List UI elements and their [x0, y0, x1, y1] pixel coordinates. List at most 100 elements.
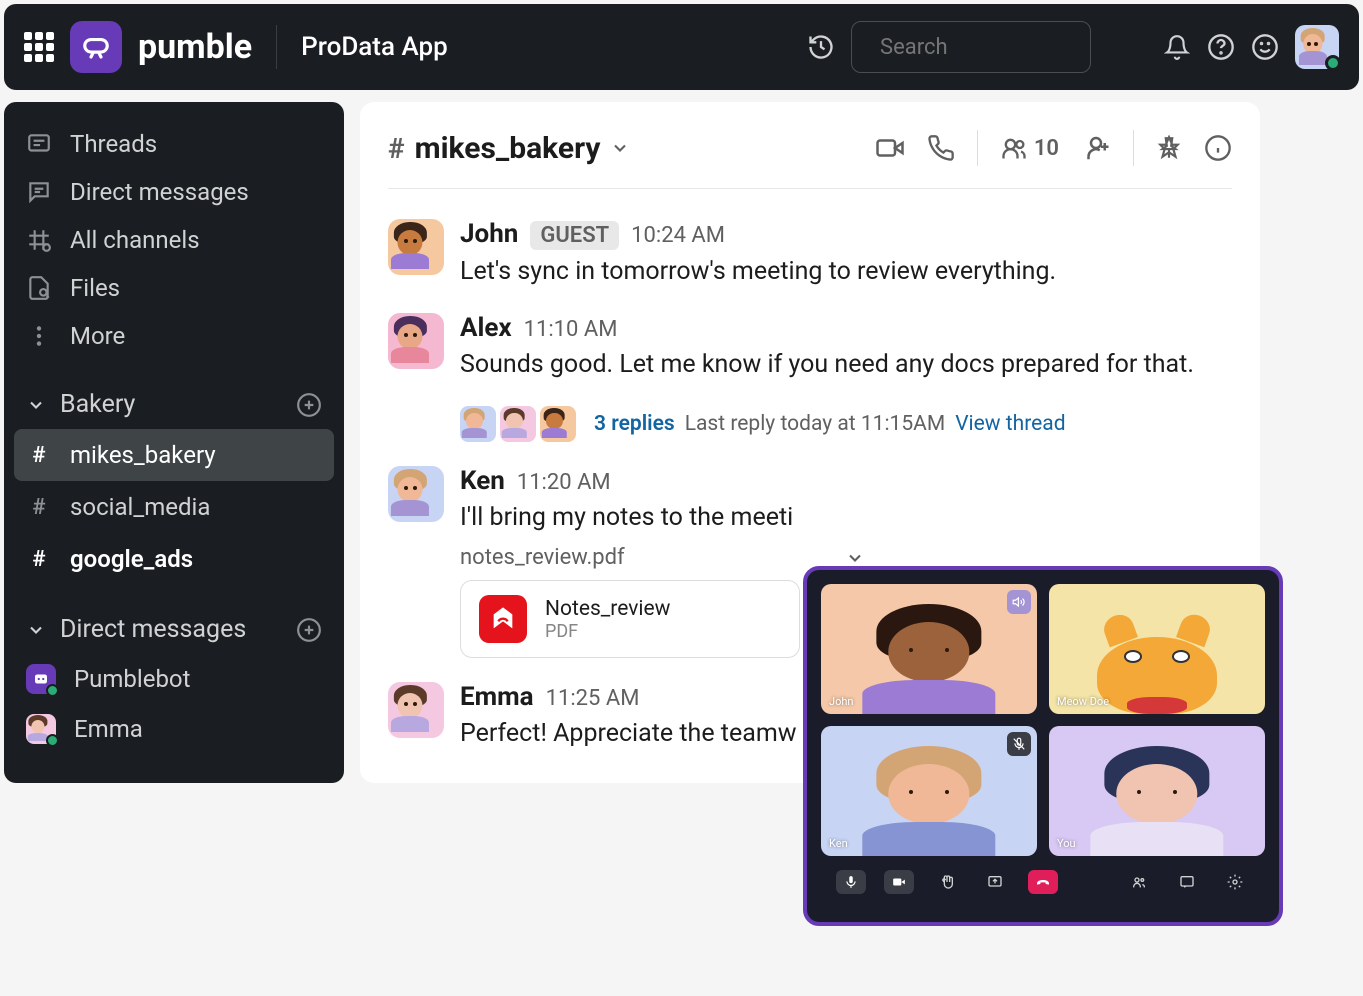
- notifications-icon[interactable]: [1163, 33, 1191, 61]
- members-icon: [1000, 134, 1028, 162]
- attachment-title: Notes_review: [545, 597, 670, 621]
- mic-button[interactable]: [836, 870, 866, 894]
- participant-name: Ken: [829, 837, 848, 850]
- participant-name: Meow Doe: [1057, 695, 1109, 708]
- end-call-button[interactable]: [1028, 870, 1058, 894]
- attachment-type: PDF: [545, 621, 670, 642]
- chevron-down-icon: [26, 620, 46, 640]
- section-label: Direct messages: [60, 615, 246, 644]
- channel-social-media[interactable]: # social_media: [14, 481, 334, 533]
- chevron-down-icon: [26, 395, 46, 415]
- section-dm-header[interactable]: Direct messages: [14, 605, 334, 654]
- attachment-card[interactable]: Notes_review PDF: [460, 580, 800, 658]
- sidebar-nav-more[interactable]: More: [14, 312, 334, 360]
- user-avatar[interactable]: [1295, 25, 1339, 69]
- video-call-window[interactable]: John Meow Doe Ken You: [803, 566, 1283, 926]
- channel-header: # mikes_bakery 10: [388, 122, 1232, 189]
- video-call-icon[interactable]: [875, 133, 905, 163]
- message-author[interactable]: John: [460, 219, 518, 249]
- call-participant-tile[interactable]: Ken: [821, 726, 1037, 856]
- message: Alex 11:10 AM Sounds good. Let me know i…: [388, 301, 1232, 454]
- sidebar-nav-channels[interactable]: All channels: [14, 216, 334, 264]
- message-time: 11:20 AM: [517, 470, 611, 495]
- add-channel-icon[interactable]: [296, 392, 322, 418]
- channel-google-ads[interactable]: # google_ads: [14, 533, 334, 585]
- pdf-icon: [479, 595, 527, 643]
- settings-button[interactable]: [1220, 870, 1250, 894]
- emoji-icon[interactable]: [1251, 33, 1279, 61]
- channel-name: mikes_bakery: [70, 441, 216, 469]
- dm-icon: [26, 179, 52, 205]
- help-icon[interactable]: [1207, 33, 1235, 61]
- call-participant-tile[interactable]: John: [821, 584, 1037, 714]
- channel-name: google_ads: [70, 545, 193, 573]
- search-input[interactable]: [880, 35, 1158, 60]
- participant-name: John: [829, 695, 853, 708]
- last-reply-time: Last reply today at 11:15AM: [685, 412, 945, 436]
- message-avatar[interactable]: [388, 219, 444, 275]
- threads-icon: [26, 131, 52, 157]
- dm-name: Pumblebot: [74, 665, 190, 693]
- call-grid: John Meow Doe Ken You: [821, 584, 1265, 856]
- hash-icon: #: [26, 547, 52, 572]
- section-label: Bakery: [60, 390, 135, 419]
- search-box[interactable]: [851, 21, 1091, 73]
- apps-grid-icon[interactable]: [24, 32, 54, 62]
- hash-icon: #: [388, 132, 405, 165]
- muted-icon: [1007, 732, 1031, 756]
- brand-name: pumble: [138, 27, 252, 67]
- message-author[interactable]: Ken: [460, 466, 505, 496]
- raise-hand-button[interactable]: [932, 870, 962, 894]
- message-text: Let's sync in tomorrow's meeting to revi…: [460, 254, 1232, 289]
- sidebar: Threads Direct messages All channels Fil…: [4, 102, 344, 783]
- call-participant-tile[interactable]: Meow Doe: [1049, 584, 1265, 714]
- divider: [276, 25, 277, 69]
- history-icon[interactable]: [807, 33, 835, 61]
- call-participant-tile[interactable]: You: [1049, 726, 1265, 856]
- more-icon: [26, 323, 52, 349]
- message-avatar[interactable]: [388, 313, 444, 369]
- hash-icon: #: [26, 443, 52, 468]
- message: John GUEST 10:24 AM Let's sync in tomorr…: [388, 207, 1232, 301]
- sidebar-nav-threads[interactable]: Threads: [14, 120, 334, 168]
- message-text: I'll bring my notes to the meeti: [460, 500, 1232, 535]
- message-author[interactable]: Emma: [460, 682, 534, 712]
- section-bakery-header[interactable]: Bakery: [14, 380, 334, 429]
- guest-badge: GUEST: [530, 221, 619, 250]
- sidebar-nav-dm[interactable]: Direct messages: [14, 168, 334, 216]
- message-avatar[interactable]: [388, 682, 444, 738]
- speaker-icon: [1007, 590, 1031, 614]
- nav-label: Direct messages: [70, 178, 249, 206]
- nav-label: More: [70, 322, 125, 350]
- message-author[interactable]: Alex: [460, 313, 512, 343]
- workspace-name[interactable]: ProData App: [301, 32, 448, 62]
- participants-button[interactable]: [1124, 870, 1154, 894]
- add-member-icon[interactable]: [1081, 133, 1111, 163]
- chat-button[interactable]: [1172, 870, 1202, 894]
- pin-icon[interactable]: [1156, 135, 1182, 161]
- nav-label: Threads: [70, 130, 157, 158]
- camera-button[interactable]: [884, 870, 914, 894]
- user-avatar: [26, 714, 56, 744]
- chevron-down-icon: [610, 138, 630, 158]
- chevron-down-icon[interactable]: [845, 548, 865, 568]
- add-dm-icon[interactable]: [296, 617, 322, 643]
- presence-indicator: [1325, 55, 1341, 71]
- share-screen-button[interactable]: [980, 870, 1010, 894]
- top-bar: pumble ProData App: [4, 4, 1359, 90]
- message-avatar[interactable]: [388, 466, 444, 522]
- info-icon[interactable]: [1204, 134, 1232, 162]
- nav-label: Files: [70, 274, 120, 302]
- member-count[interactable]: 10: [1000, 134, 1059, 162]
- dm-emma[interactable]: Emma: [14, 704, 334, 754]
- sidebar-nav-files[interactable]: Files: [14, 264, 334, 312]
- channel-title-button[interactable]: # mikes_bakery: [388, 131, 630, 166]
- thread-info[interactable]: 3 replies Last reply today at 11:15AM Vi…: [460, 406, 1232, 442]
- audio-call-icon[interactable]: [927, 134, 955, 162]
- view-thread-link[interactable]: View thread: [955, 412, 1065, 436]
- dm-pumblebot[interactable]: Pumblebot: [14, 654, 334, 704]
- channel-name: social_media: [70, 493, 210, 521]
- pumble-logo-icon[interactable]: [70, 21, 122, 73]
- channel-mikes-bakery[interactable]: # mikes_bakery: [14, 429, 334, 481]
- reply-count[interactable]: 3 replies: [594, 412, 675, 436]
